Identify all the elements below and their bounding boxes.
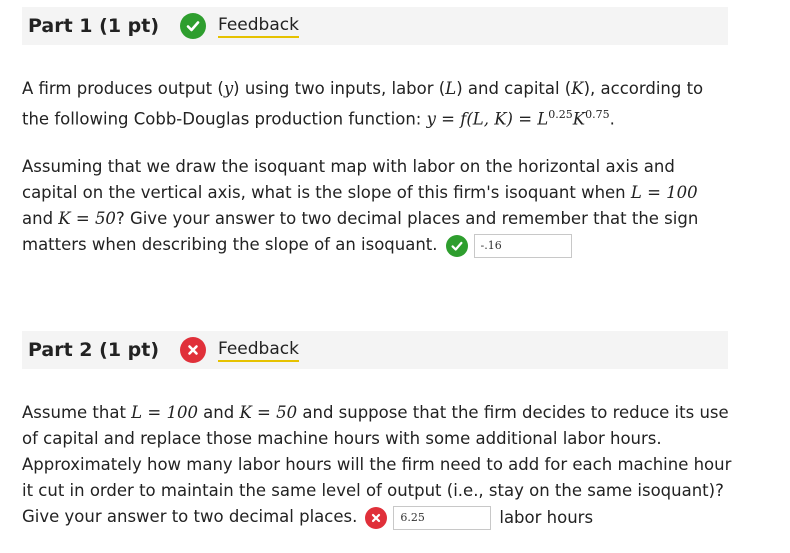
var-L: L <box>445 79 457 98</box>
answer-check-icon <box>445 234 468 257</box>
part1-question: Assuming that we draw the isoquant map w… <box>22 154 732 258</box>
question2-text-1: Assume that <box>22 403 132 422</box>
part2-answer-input[interactable] <box>393 505 492 530</box>
exponent-L: 0.25 <box>548 108 573 121</box>
condition-L: L = 100 <box>131 403 198 422</box>
intro-text-2: ) using two inputs, labor ( <box>233 79 446 98</box>
part1-intro: A firm produces output (y) using two inp… <box>22 76 732 133</box>
answer-x-icon <box>365 506 388 529</box>
intro-text-1: A firm produces output ( <box>22 79 224 98</box>
part1-answer-input[interactable] <box>473 233 572 258</box>
production-function: y = f(L, K) = L <box>426 109 549 129</box>
unit-label: labor hours <box>499 507 594 527</box>
and-word: and <box>22 209 59 228</box>
part2-header: Part 2 (1 pt) Feedback <box>22 331 728 369</box>
condition-K: K = 50 <box>239 403 298 422</box>
and-word: and <box>197 403 240 422</box>
question1-text-1: Assuming that we draw the isoquant map w… <box>22 157 675 202</box>
condition-L: L = 100 <box>630 183 698 202</box>
part2-question: Assume that L = 100 and K = 50 and suppo… <box>22 400 732 531</box>
part1-title: Part 1 (1 pt) <box>28 15 160 37</box>
function-K: K <box>572 109 586 129</box>
part2-answer-row: labor hours <box>357 505 593 531</box>
check-icon <box>180 13 206 39</box>
var-y: y <box>223 79 234 98</box>
intro-text-3: ) and capital ( <box>456 79 572 98</box>
part1-feedback-link[interactable]: Feedback <box>218 15 299 38</box>
condition-K: K = 50 <box>58 209 116 228</box>
exponent-K: 0.75 <box>585 108 610 121</box>
part1-answer-row <box>438 233 572 258</box>
question1-text-2: ? Give your answer to two decimal places… <box>22 209 699 254</box>
part2-title: Part 2 (1 pt) <box>28 339 160 361</box>
x-icon <box>180 337 206 363</box>
part1-header: Part 1 (1 pt) Feedback <box>22 7 728 45</box>
part2-feedback-link[interactable]: Feedback <box>218 339 299 362</box>
var-K: K <box>571 79 584 98</box>
function-end: . <box>609 109 615 129</box>
